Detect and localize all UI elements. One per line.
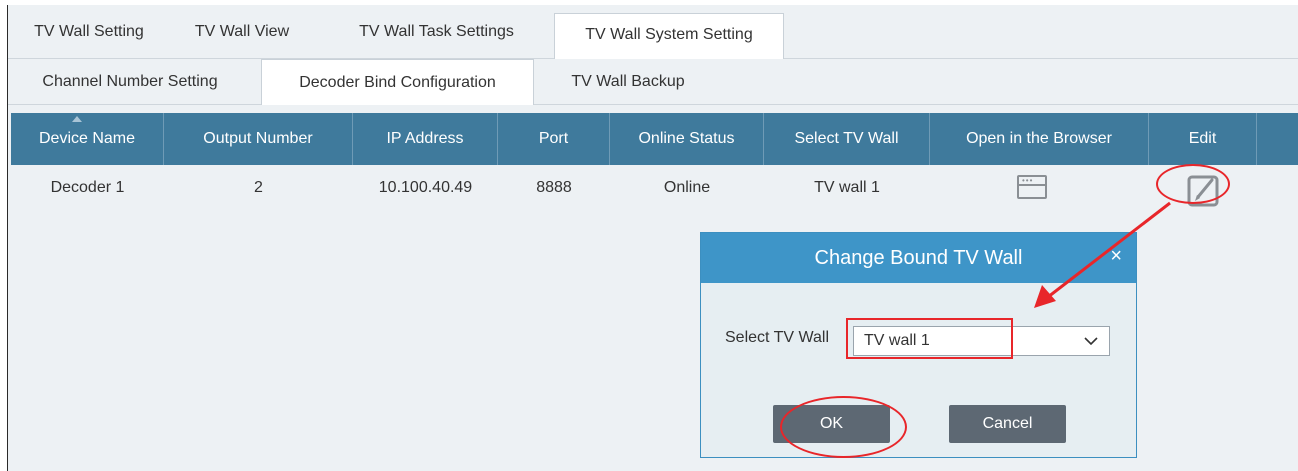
cell-online-status: Online [663,179,711,196]
column-header-edit[interactable]: Edit [1149,113,1257,165]
browser-window-icon[interactable]: ••• [1017,175,1047,199]
cell-tv-wall: TV wall 1 [814,179,880,196]
tab-tv-wall-system-setting[interactable]: TV Wall System Setting [554,13,784,59]
cell-ip-address: 10.100.40.49 [378,179,473,196]
main-tab-bar: TV Wall Setting TV Wall View TV Wall Tas… [8,5,1298,59]
cell-device-name: Decoder 1 [50,179,125,196]
column-header-device-name[interactable]: Device Name [11,113,164,165]
annotation-circle-edit [1156,164,1230,204]
table-row[interactable]: Decoder 1 2 10.100.40.49 8888 Online TV … [11,165,1298,211]
tab-tv-wall-task-settings[interactable]: TV Wall Task Settings [340,13,533,50]
tab-tv-wall-setting[interactable]: TV Wall Setting [19,13,159,50]
dialog-title: Change Bound TV Wall [701,233,1136,283]
chevron-down-icon [1084,337,1098,346]
change-bound-tv-wall-dialog: Change Bound TV Wall × Select TV Wall TV… [700,232,1137,458]
subtab-channel-number-setting[interactable]: Channel Number Setting [19,59,241,104]
column-header-ip-address[interactable]: IP Address [353,113,498,165]
close-icon[interactable]: × [1110,233,1122,283]
column-header-open-in-browser[interactable]: Open in the Browser [930,113,1149,165]
column-header-select-tv-wall[interactable]: Select TV Wall [764,113,930,165]
subtab-decoder-bind-configuration[interactable]: Decoder Bind Configuration [261,59,534,105]
sort-ascending-icon [72,116,82,122]
annotation-circle-ok [780,396,907,458]
column-header-label: Device Name [38,130,136,147]
subtab-tv-wall-backup[interactable]: TV Wall Backup [553,59,703,104]
table-header: Device Name Output Number IP Address Por… [11,113,1298,165]
cell-output-number: 2 [254,179,263,196]
sub-tab-bar: Channel Number Setting Decoder Bind Conf… [8,59,1298,105]
cancel-button[interactable]: Cancel [949,405,1066,443]
annotation-box-select [846,318,1013,359]
tab-tv-wall-view[interactable]: TV Wall View [184,13,300,50]
column-header-online-status[interactable]: Online Status [610,113,764,165]
browser-dots-icon: ••• [1022,176,1034,185]
cell-port: 8888 [536,179,572,196]
column-header-output-number[interactable]: Output Number [164,113,353,165]
column-header-port[interactable]: Port [498,113,610,165]
select-tv-wall-label: Select TV Wall [725,329,830,346]
